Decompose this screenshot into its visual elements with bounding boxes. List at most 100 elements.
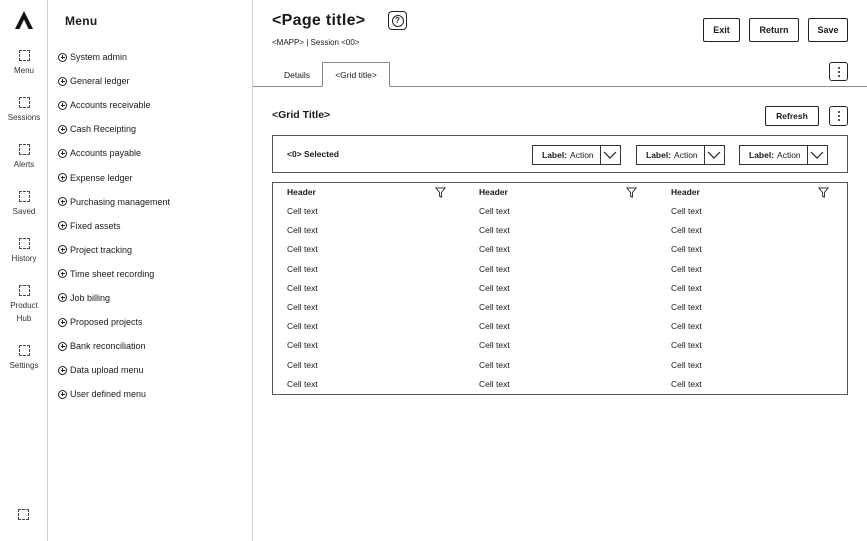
rail-bottom-icon[interactable] xyxy=(18,509,29,520)
menu-item-time-sheet-recording[interactable]: Time sheet recording xyxy=(58,262,170,286)
menu-panel: Menu System admin General ledger Account… xyxy=(48,0,253,541)
table-row[interactable]: Cell text Cell text Cell text xyxy=(273,375,847,394)
plus-circle-icon xyxy=(58,365,67,375)
menu-item-job-billing[interactable]: Job billing xyxy=(58,286,170,310)
table-cell: Cell text xyxy=(479,378,510,389)
menu-item-accounts-payable[interactable]: Accounts payable xyxy=(58,141,170,165)
menu-item-fixed-assets[interactable]: Fixed assets xyxy=(58,214,170,238)
menu-item-system-admin[interactable]: System admin xyxy=(58,45,170,69)
plus-circle-icon xyxy=(58,197,67,207)
menu-item-general-ledger[interactable]: General ledger xyxy=(58,69,170,93)
table-row[interactable]: Cell text Cell text Cell text xyxy=(273,298,847,317)
table-row[interactable]: Cell text Cell text Cell text xyxy=(273,221,847,240)
menu-list: System admin General ledger Accounts rec… xyxy=(58,45,170,406)
table-cell: Cell text xyxy=(287,359,318,370)
table-cell: Cell text xyxy=(287,321,318,332)
filter-icon[interactable] xyxy=(626,187,637,198)
dropdown-label-key: Label: xyxy=(749,150,775,160)
table-cell: Cell text xyxy=(671,359,702,370)
menu-item-purchasing-management[interactable]: Purchasing management xyxy=(58,190,170,214)
settings-icon xyxy=(18,345,30,356)
table-cell: Cell text xyxy=(287,206,318,216)
plus-circle-icon xyxy=(58,76,67,86)
table-cell: Cell text xyxy=(479,244,510,255)
table-row[interactable]: Cell text Cell text Cell text xyxy=(273,356,847,375)
return-button[interactable]: Return xyxy=(749,18,799,42)
menu-item-label: Job billing xyxy=(70,292,111,303)
menu-item-label: Expense ledger xyxy=(70,172,133,183)
page-more-options-button[interactable] xyxy=(829,62,848,81)
rail-item-history[interactable]: History xyxy=(0,238,48,265)
table-row[interactable]: Cell text Cell text Cell text xyxy=(273,202,847,221)
column-header[interactable]: Header xyxy=(671,187,700,197)
column-header[interactable]: Header xyxy=(479,187,508,197)
chevron-down-icon xyxy=(806,146,827,164)
plus-circle-icon xyxy=(58,124,67,134)
logo-icon[interactable] xyxy=(14,10,34,30)
menu-item-label: Proposed projects xyxy=(70,317,143,328)
nav-rail: Menu Sessions Alerts Saved History Produ… xyxy=(0,0,48,541)
exit-button[interactable]: Exit xyxy=(703,18,740,42)
tab-bar: Details <Grid title> xyxy=(253,62,867,87)
refresh-button[interactable]: Refresh xyxy=(765,106,819,126)
sessions-icon xyxy=(18,97,30,108)
action-dropdown-2[interactable]: Label: Action xyxy=(636,145,725,165)
menu-item-data-upload-menu[interactable]: Data upload menu xyxy=(58,358,170,382)
help-button[interactable]: ? xyxy=(388,11,407,30)
rail-item-sessions[interactable]: Sessions xyxy=(0,97,48,124)
rail-item-product-hub[interactable]: Product Hub xyxy=(0,285,48,325)
menu-item-label: General ledger xyxy=(70,76,130,87)
rail-item-saved[interactable]: Saved xyxy=(0,191,48,218)
grid-title: <Grid Title> xyxy=(272,109,331,121)
table-row[interactable]: Cell text Cell text Cell text xyxy=(273,260,847,279)
plus-circle-icon xyxy=(58,245,67,255)
menu-item-accounts-receivable[interactable]: Accounts receivable xyxy=(58,93,170,117)
menu-item-expense-ledger[interactable]: Expense ledger xyxy=(58,165,170,189)
session-subtitle: <MAPP> | Session <00> xyxy=(272,38,360,47)
table-row[interactable]: Cell text Cell text Cell text xyxy=(273,336,847,355)
table-row[interactable]: Cell text Cell text Cell text xyxy=(273,279,847,298)
grid-more-options-button[interactable] xyxy=(829,106,848,126)
dropdown-label: Label: Action xyxy=(637,146,704,164)
table-cell: Cell text xyxy=(287,302,318,312)
table-cell: Cell text xyxy=(479,302,510,312)
page-title: <Page title> xyxy=(272,12,366,29)
table-cell: Cell text xyxy=(671,302,702,312)
menu-item-proposed-projects[interactable]: Proposed projects xyxy=(58,310,170,334)
tab-details[interactable]: Details xyxy=(272,62,322,87)
table-header-row: Header Header Header xyxy=(273,183,847,202)
table-cell: Cell text xyxy=(479,340,510,351)
table-cell: Cell text xyxy=(287,263,318,274)
filter-icon[interactable] xyxy=(435,187,446,198)
table-cell: Cell text xyxy=(479,225,510,236)
table-row[interactable]: Cell text Cell text Cell text xyxy=(273,240,847,259)
rail-item-alerts[interactable]: Alerts xyxy=(0,144,48,171)
action-dropdown-1[interactable]: Label: Action xyxy=(532,145,621,165)
table-cell: Cell text xyxy=(671,225,702,236)
table-cell: Cell text xyxy=(287,225,318,236)
menu-item-label: Cash Receipting xyxy=(70,124,137,135)
history-icon xyxy=(18,238,30,249)
menu-item-label: Time sheet recording xyxy=(70,268,155,279)
action-dropdown-3[interactable]: Label: Action xyxy=(739,145,828,165)
table-cell: Cell text xyxy=(671,206,702,216)
plus-circle-icon xyxy=(58,269,67,279)
menu-item-label: Accounts payable xyxy=(70,148,142,159)
table-cell: Cell text xyxy=(671,244,702,255)
save-button[interactable]: Save xyxy=(808,18,848,42)
table-cell: Cell text xyxy=(479,282,510,293)
menu-item-user-defined-menu[interactable]: User defined menu xyxy=(58,382,170,406)
menu-item-project-tracking[interactable]: Project tracking xyxy=(58,238,170,262)
rail-item-menu[interactable]: Menu xyxy=(0,50,48,77)
alerts-icon xyxy=(18,144,30,155)
filter-icon[interactable] xyxy=(818,187,829,198)
column-header[interactable]: Header xyxy=(287,187,316,197)
table-row[interactable]: Cell text Cell text Cell text xyxy=(273,317,847,336)
menu-item-cash-receipting[interactable]: Cash Receipting xyxy=(58,117,170,141)
table-cell: Cell text xyxy=(287,244,318,255)
menu-item-bank-reconciliation[interactable]: Bank reconciliation xyxy=(58,334,170,358)
table-cell: Cell text xyxy=(287,340,318,351)
chevron-down-icon xyxy=(599,146,620,164)
tab-grid-title[interactable]: <Grid title> xyxy=(322,62,390,87)
rail-item-settings[interactable]: Settings xyxy=(0,345,48,372)
